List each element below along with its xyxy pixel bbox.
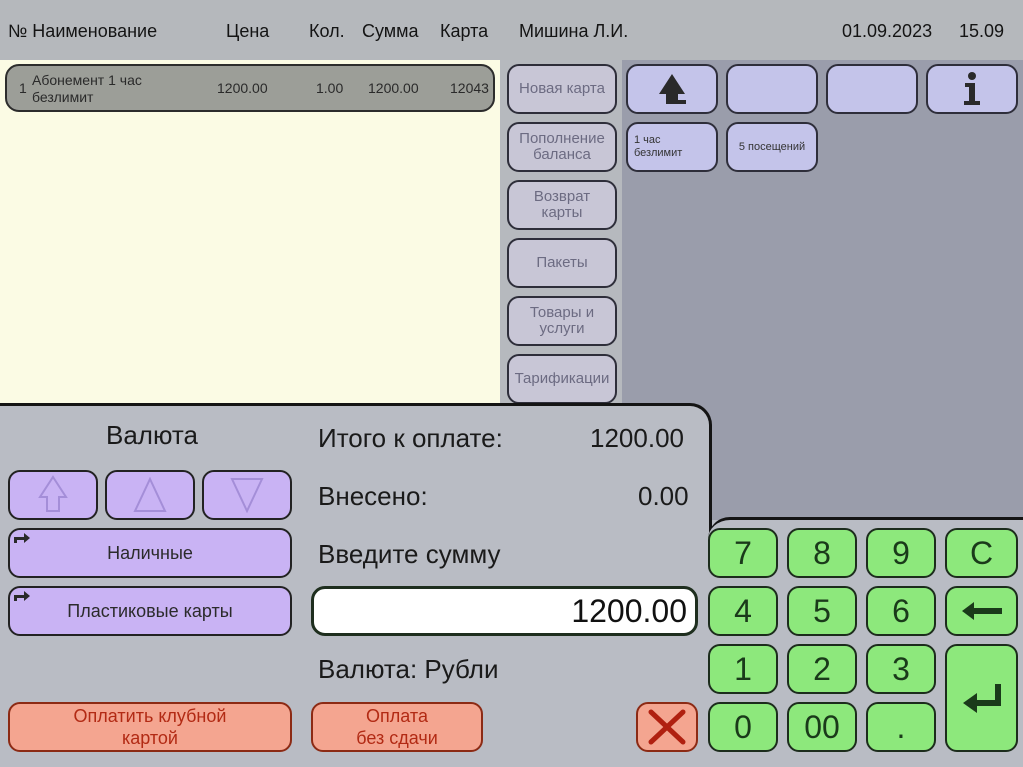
row-sum: 1200.00 [368,80,419,96]
tariff-label: Тарификации [514,370,610,387]
return-card-button[interactable]: Возврат карты [507,180,617,230]
cash-button[interactable]: Наличные [8,528,292,578]
currency-label: Валюта: Рубли [318,654,499,684]
no-change-line1: Оплата [366,706,428,726]
info-icon [964,72,980,105]
key-enter[interactable] [945,644,1018,752]
key-backspace[interactable] [945,586,1018,636]
row-qty: 1.00 [316,80,344,96]
key-dot[interactable]: . [866,702,936,752]
topup-label-line2: баланса [533,146,591,163]
time: 15.09 [959,21,1005,41]
paid-value: 0.00 [638,481,689,511]
key-00[interactable]: 00 [787,702,857,752]
empty-slot-button-2[interactable] [826,64,918,114]
row-name-line1: Абонемент 1 час [32,72,142,88]
key-5[interactable]: 5 [787,586,857,636]
goods-services-button[interactable]: Товары и услуги [507,296,617,346]
product-1hour-unlimited[interactable]: 1 час безлимит [626,122,718,172]
arrow-marker-icon [14,591,30,601]
product-1-line1: 1 час [634,134,661,146]
triangle-down-icon [230,478,264,513]
key-7[interactable]: 7 [708,528,778,578]
paid-label: Внесено: [318,481,428,511]
total-label: Итого к оплате: [318,423,503,453]
key-6[interactable]: 6 [866,586,936,636]
currency-title: Валюта [106,420,198,450]
key-9[interactable]: 9 [866,528,936,578]
product-1-line2: безлимит [634,147,683,159]
receipt-row[interactable]: 1 Абонемент 1 час безлимит 1200.00 1.00 … [5,64,495,112]
col-card-header: Карта [440,21,489,41]
packages-label: Пакеты [536,254,588,271]
row-price: 1200.00 [217,80,268,96]
cancel-x-icon [648,709,686,745]
key-2[interactable]: 2 [787,644,857,694]
currency-top-button[interactable] [8,470,98,520]
enter-amount-label: Введите сумму [318,539,501,569]
row-number: 1 [19,80,27,96]
currency-up-button[interactable] [105,470,195,520]
total-value: 1200.00 [590,423,684,453]
club-card-line1: Оплатить клубной [73,706,227,726]
cancel-button[interactable] [636,702,698,752]
row-card: 12043 [450,80,489,96]
goods-label-line2: услуги [539,320,585,337]
no-change-line2: без сдачи [356,728,438,748]
key-0[interactable]: 0 [708,702,778,752]
topup-balance-button[interactable]: Пополнение баланса [507,122,617,172]
packages-button[interactable]: Пакеты [507,238,617,288]
new-card-button[interactable]: Новая карта [507,64,617,114]
currency-down-button[interactable] [202,470,292,520]
operator-name: Мишина Л.И. [519,21,629,41]
plastic-label: Пластиковые карты [67,600,233,621]
col-price-header: Цена [226,21,270,41]
amount-input[interactable] [311,586,698,636]
info-button[interactable] [926,64,1018,114]
return-label-line1: Возврат [533,188,591,205]
plastic-cards-button[interactable]: Пластиковые карты [8,586,292,636]
new-card-label: Новая карта [519,80,605,97]
cash-label: Наличные [107,542,193,563]
up-button[interactable] [626,64,718,114]
key-4[interactable]: 4 [708,586,778,636]
date: 01.09.2023 [842,21,933,41]
arrow-up-outline-icon [38,475,68,512]
backspace-icon [961,602,1002,620]
header-bar: № Наименование Цена Кол. Сумма Карта Миш… [0,0,1023,60]
selected-arrow-icon [14,533,30,543]
key-3[interactable]: 3 [866,644,936,694]
goods-label-line1: Товары и [529,304,595,321]
key-clear[interactable]: C [945,528,1018,578]
pay-no-change-button[interactable]: Оплата без сдачи [311,702,483,752]
triangle-up-icon [133,477,167,512]
topup-label-line1: Пополнение [519,130,605,147]
col-no-name-header: № Наименование [8,21,158,41]
club-card-line2: картой [121,728,178,748]
empty-slot-button-1[interactable] [726,64,818,114]
pay-club-card-button[interactable]: Оплатить клубной картой [8,702,292,752]
col-qty-header: Кол. [309,21,345,41]
row-name-line2: безлимит [32,89,94,105]
return-label-line2: карты [541,204,583,221]
key-1[interactable]: 1 [708,644,778,694]
arrow-up-icon [659,74,686,104]
key-8[interactable]: 8 [787,528,857,578]
col-sum-header: Сумма [362,21,419,41]
receipt-list: 1 Абонемент 1 час безлимит 1200.00 1.00 … [0,60,500,405]
enter-icon [962,684,1001,713]
tariff-button[interactable]: Тарификации [507,354,617,404]
product-2-label: 5 посещений [738,140,806,153]
product-5-visits[interactable]: 5 посещений [726,122,818,172]
